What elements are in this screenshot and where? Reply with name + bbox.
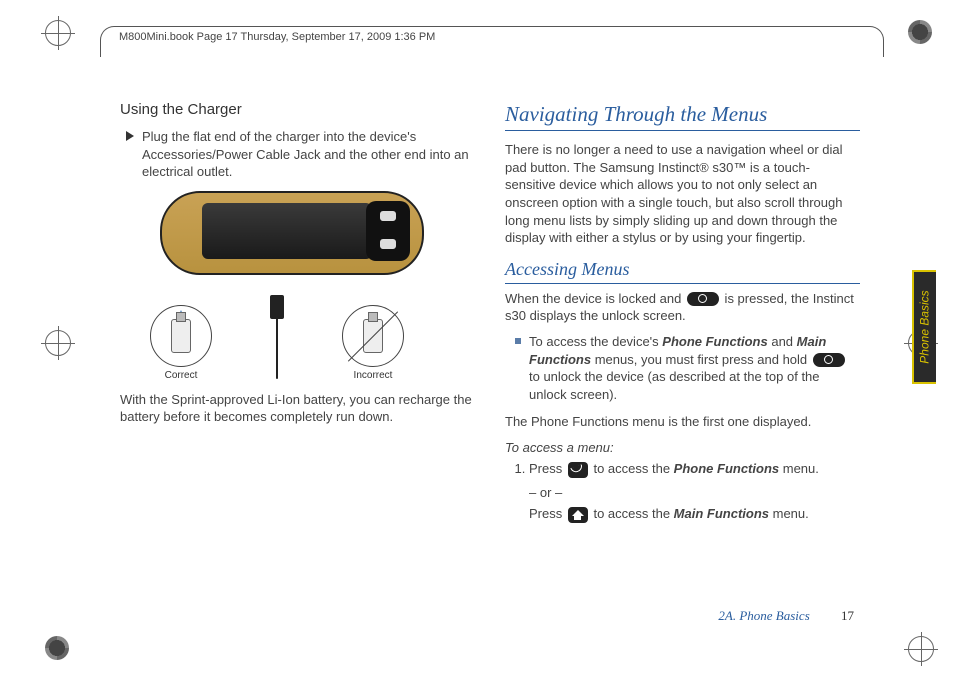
footer-section: 2A. Phone Basics [718,608,809,623]
step2-b: to access the [590,506,674,521]
main-functions-label: Main Functions [674,506,769,521]
crop-mark-icon [45,636,71,662]
access-b: and [768,334,797,349]
first-menu-text: The Phone Functions menu is the first on… [505,413,860,431]
side-tab-label: Phone Basics [918,290,932,363]
phone-screen-icon [202,203,372,259]
phone-illustration [140,191,440,301]
phone-body-icon [160,191,424,275]
locked-a: When the device is locked and [505,291,685,306]
page-footer: 2A. Phone Basics 17 [718,608,854,624]
correct-plug-circle [150,305,212,367]
page-content: Using the Charger Plug the flat end of t… [120,100,860,620]
cable-icon [262,295,292,385]
charger-instruction-text: Plug the flat end of the charger into th… [142,128,475,181]
access-text: To access the device's Phone Functions a… [529,333,860,403]
incorrect-label: Incorrect [342,369,404,383]
crop-mark-icon [45,20,71,46]
navigating-intro: There is no longer a need to use a navig… [505,141,860,246]
side-tab: Phone Basics [912,270,936,384]
step1-b: to access the [590,461,674,476]
or-separator: – or – [529,484,860,502]
square-bullet-icon [515,338,521,344]
access-c: menus, you must first press and hold [591,352,811,367]
step-alt: Press to access the Main Functions menu. [529,505,860,523]
accessing-menus-heading: Accessing Menus [505,257,860,284]
right-column: Navigating Through the Menus There is no… [505,100,860,620]
battery-note: With the Sprint-approved Li-Ion battery,… [120,391,475,426]
to-access-label: To access a menu: [505,439,860,457]
access-steps: Press to access the Phone Functions menu… [505,460,860,478]
correct-label: Correct [150,369,212,383]
step-1: Press to access the Phone Functions menu… [529,460,860,478]
access-bullet: To access the device's Phone Functions a… [515,333,860,403]
step2-a: Press [529,506,566,521]
incorrect-plug-circle [342,305,404,367]
phone-functions-label: Phone Functions [662,334,767,349]
step1-c: menu. [779,461,819,476]
crop-mark-icon [908,20,934,46]
incorrect-plug: Incorrect [342,305,404,383]
step1-a: Press [529,461,566,476]
navigating-heading: Navigating Through the Menus [505,100,860,131]
locked-text: When the device is locked and is pressed… [505,290,860,325]
charger-instruction: Plug the flat end of the charger into th… [126,128,475,181]
crop-mark-icon [908,636,934,662]
using-charger-heading: Using the Charger [120,100,475,120]
power-button-icon [687,292,719,306]
phone-keypad-icon [366,201,410,261]
plug-icon [171,319,191,353]
home-key-icon [568,507,588,523]
page-header: M800Mini.book Page 17 Thursday, Septembe… [100,26,884,57]
access-a: To access the device's [529,334,662,349]
phone-key-icon [568,462,588,478]
left-column: Using the Charger Plug the flat end of t… [120,100,475,620]
power-button-icon [813,353,845,367]
correct-plug: Correct [150,305,212,383]
triangle-bullet-icon [126,131,134,141]
crop-mark-icon [45,330,71,356]
step2-c: menu. [769,506,809,521]
access-d: to unlock the device (as described at th… [529,369,820,402]
plug-diagram-row: Correct Incorrect [150,305,475,385]
phone-functions-label: Phone Functions [674,461,779,476]
footer-page-number: 17 [841,608,854,623]
